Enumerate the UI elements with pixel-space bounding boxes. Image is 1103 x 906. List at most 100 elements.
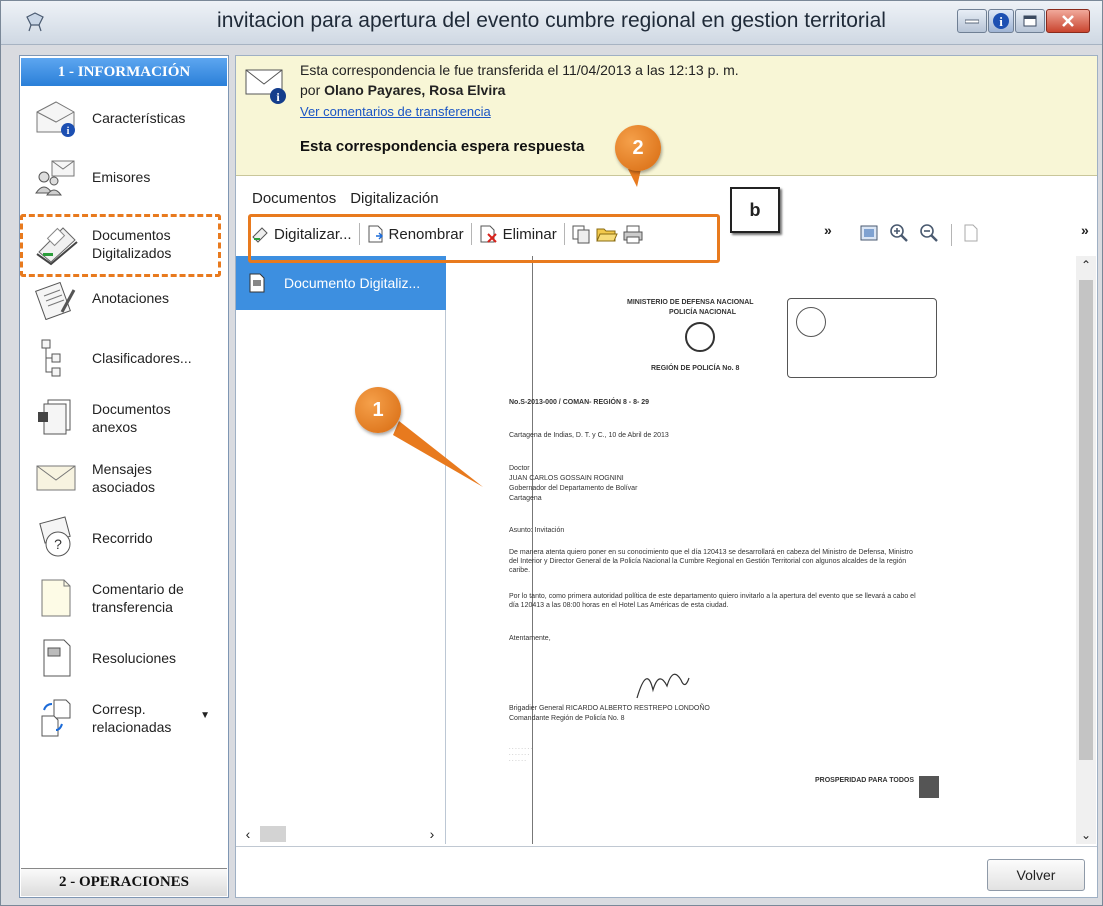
sidebar-item-mensajes-asociados[interactable]: Mensajes asociados [30,450,226,506]
document-viewer: MINISTERIO DE DEFENSA NACIONAL POLICÍA N… [447,256,1075,844]
close-button[interactable] [1046,9,1090,33]
renombrar-button[interactable]: Renombrar [363,219,468,249]
scan-date-line: Cartagena de Indias, D. T. y C., 10 de A… [509,432,669,439]
sidebar-item-label: Clasificadores... [92,350,192,366]
signature-image [636,673,690,699]
vertical-scrollbar[interactable]: ⌃ ⌄ [1076,256,1096,844]
zoom-in-button[interactable] [886,220,912,246]
digitalizar-button[interactable]: Digitalizar... [246,219,356,249]
toolbar-overflow-button[interactable]: » [824,222,832,238]
section-header-informacion[interactable]: 1 - INFORMACIÓN [21,58,227,86]
chevron-down-icon[interactable]: ▼ [200,710,210,721]
sidebar-item-label: Documentos anexos [92,401,171,435]
scan-paragraph-1: De manera atenta quiero poner en su cono… [509,549,913,574]
sidebar-item-label: Características [92,110,186,126]
svg-text:i: i [67,126,70,137]
volver-button[interactable]: Volver [987,859,1085,891]
scroll-up-icon[interactable]: ⌃ [1076,258,1096,272]
fit-page-icon [860,225,878,241]
received-stamp [787,298,937,378]
sidebar-item-clasificadores[interactable]: Clasificadores... [30,330,226,386]
maximize-button[interactable] [1015,9,1045,33]
envelope-info-icon: i [30,93,82,143]
fit-page-button[interactable] [856,220,882,246]
horizontal-scrollbar[interactable]: ‹ › [236,824,444,844]
toolbar-separator [951,224,952,246]
window-controls: i [957,9,1090,33]
viewer-toolbar-overflow-button[interactable]: » [1081,222,1089,238]
scan-header-ministry: MINISTERIO DE DEFENSA NACIONAL [627,299,754,306]
scan-paragraph-2: Por lo tanto, como primera autoridad pol… [509,593,916,609]
scanner-icon [30,219,82,269]
scroll-thumb[interactable] [1079,280,1093,760]
minimize-button[interactable] [957,9,987,33]
sidebar-item-label: Comentario de transferencia [92,581,184,615]
zoom-in-icon [890,224,908,242]
sidebar-item-documentos-anexos[interactable]: Documentos anexos [30,390,226,446]
copy-button[interactable] [568,221,594,247]
sidebar-item-label: Corresp. relacionadas [92,701,172,735]
page-icon [964,224,978,242]
sidebar-item-anotaciones[interactable]: Anotaciones [30,270,226,326]
scan-signer-role: Comandante Región de Policía No. 8 [509,715,625,722]
scan-closing: Atentamente, [509,635,551,642]
document-icon [249,273,265,293]
sidebar-item-resoluciones[interactable]: Resoluciones [30,630,226,686]
scan-reference: No.S-2013-000 / COMAN- REGIÓN 8 - 8- 29 [509,399,650,406]
transfer-notice: i Esta correspondencia le fue transferid… [236,56,1097,176]
zoom-out-icon [920,224,938,242]
open-button[interactable] [594,221,620,247]
eliminar-label: Eliminar [502,225,557,243]
svg-text:?: ? [54,536,62,552]
delete-icon [480,225,497,243]
menu-documentos[interactable]: Documentos [252,190,336,207]
list-item-label: Documento Digitaliz... [284,275,421,291]
sidebar-item-label: Resoluciones [92,650,177,666]
envelope-icon [30,453,82,503]
scan-subject: Asunto: Invitación [509,527,565,534]
help-button[interactable]: i [988,9,1014,33]
eliminar-button[interactable]: Eliminar [475,219,561,249]
menu-digitalizacion[interactable]: Digitalización [350,190,438,207]
sidebar-item-emisores[interactable]: Emisores [30,149,226,205]
sidebar-item-caracteristicas[interactable]: i Características [30,90,226,146]
qr-code-image [919,776,939,798]
volver-label: Volver [1016,867,1056,883]
scroll-down-icon[interactable]: ⌄ [1076,828,1096,842]
toolbar-separator [563,223,565,245]
senders-icon [30,152,82,202]
callout-b: b [730,187,780,233]
maximize-icon [1023,15,1037,27]
scan-small-print: · · · · · · · · · · · · · · · · · · · · · [509,746,533,764]
main-content: i Esta correspondencia le fue transferid… [235,55,1098,898]
scroll-left-icon[interactable]: ‹ [236,826,260,842]
sidebar-item-comentario-de-transferencia[interactable]: Comentario de transferencia [30,570,226,626]
sidebar-item-recorrido[interactable]: ? Recorrido [30,510,226,566]
rename-icon [368,225,383,243]
view-transfer-comments-link[interactable]: Ver comentarios de transferencia [300,104,491,119]
scroll-thumb[interactable] [260,826,286,842]
info-icon: i [993,13,1009,29]
list-item[interactable]: Documento Digitaliz... [236,256,446,310]
awaiting-response-message: Esta correspondencia espera respuesta [300,138,585,155]
note-icon [30,573,82,623]
zoom-out-button[interactable] [916,220,942,246]
attachments-icon [30,393,82,443]
title-bar: invitacion para apertura del evento cumb… [1,1,1102,45]
section-header-operaciones[interactable]: 2 - OPERACIONES [21,868,227,896]
close-icon [1062,15,1074,27]
scroll-right-icon[interactable]: › [420,826,444,842]
footer-bar: Volver [236,846,1097,897]
sidebar-item-documentos-digitalizados[interactable]: Documentos Digitalizados [30,216,226,272]
sidebar-item-label: Emisores [92,169,151,185]
clipboard-icon [30,273,82,323]
print-button[interactable] [620,221,646,247]
minimize-icon [965,19,979,24]
scanned-documents-list: Documento Digitaliz... ‹ › [236,256,446,844]
envelope-info-icon: i [245,69,286,104]
page-button[interactable] [958,220,984,246]
left-navigation: 1 - INFORMACIÓN i Características Emisor… [19,55,229,898]
scan-doctor: Doctor [509,465,530,472]
window-title: invitacion para apertura del evento cumb… [217,9,886,32]
sidebar-item-corresp-relacionadas[interactable]: Corresp. relacionadas ▼ [30,690,226,746]
